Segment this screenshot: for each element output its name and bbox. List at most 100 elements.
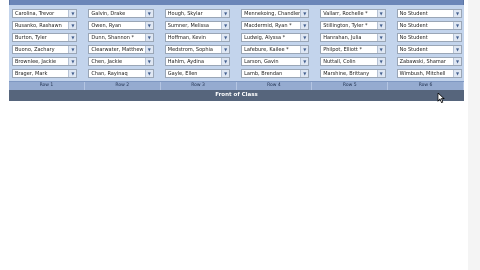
chevron-down-icon[interactable]: ▼: [376, 46, 385, 53]
seat-select[interactable]: Galvin, Drake ▼: [88, 9, 154, 18]
seat-select[interactable]: Chan, Rayinaq ▼: [88, 69, 154, 78]
seat-select[interactable]: Gayle, Ellen ▼: [164, 69, 231, 78]
chevron-down-icon[interactable]: ▼: [300, 58, 309, 65]
seat-student-name: Clearwater, Matthew: [91, 46, 144, 53]
seat-select[interactable]: No Student ▼: [396, 21, 462, 30]
seat-student-name: Carolina, Trevor: [15, 10, 55, 17]
seat-student-name: Dunn, Shannon *: [91, 34, 134, 41]
seat-select[interactable]: Stillington, Tyler * ▼: [320, 21, 386, 30]
chevron-down-icon[interactable]: ▼: [376, 10, 385, 17]
chevron-down-icon[interactable]: ▼: [376, 34, 385, 41]
chevron-down-icon[interactable]: ▼: [144, 22, 153, 29]
chevron-down-icon[interactable]: ▼: [221, 70, 230, 77]
seat-select[interactable]: Hanrahan, Julia ▼: [320, 33, 386, 42]
chevron-down-icon[interactable]: ▼: [221, 58, 230, 65]
chevron-down-icon[interactable]: ▼: [144, 58, 153, 65]
seat-select[interactable]: Vallarr, Rochelle * ▼: [320, 9, 386, 18]
chevron-down-icon[interactable]: ▼: [68, 46, 77, 53]
seating-chart: Carolina, Trevor ▼ Galvin, Drake ▼ Hough, Sk…: [9, 0, 464, 101]
chevron-down-icon[interactable]: ▼: [376, 58, 385, 65]
chevron-down-icon[interactable]: ▼: [144, 46, 153, 53]
seat-select[interactable]: No Student ▼: [396, 9, 462, 18]
seat-student-name: Buono, Zachary: [15, 46, 55, 53]
chevron-down-icon[interactable]: ▼: [68, 58, 77, 65]
seat-select[interactable]: Lamb, Brendan ▼: [241, 69, 310, 78]
chevron-down-icon[interactable]: ▼: [221, 34, 230, 41]
seat-select[interactable]: Marshine, Brittany ▼: [320, 69, 386, 78]
seat-select[interactable]: No Student ▼: [396, 33, 462, 42]
seat-select[interactable]: Hahlm, Aydina ▼: [164, 57, 231, 66]
seat-select[interactable]: Ludwig, Alyssa * ▼: [241, 33, 310, 42]
chevron-down-icon[interactable]: ▼: [300, 10, 309, 17]
seat-student-name: Sumner, Melissa: [167, 22, 209, 29]
seat-student-name: Stillington, Tyler *: [323, 22, 368, 29]
seat-student-name: Gayle, Ellen: [167, 70, 198, 77]
chevron-down-icon[interactable]: ▼: [300, 70, 309, 77]
seat-select[interactable]: No Student ▼: [396, 45, 462, 54]
seat-select[interactable]: Burton, Tyler ▼: [12, 33, 78, 42]
chevron-down-icon[interactable]: ▼: [68, 22, 77, 29]
chevron-down-icon[interactable]: ▼: [300, 46, 309, 53]
seat-student-name: Hanrahan, Julia: [323, 34, 362, 41]
chevron-down-icon[interactable]: ▼: [452, 46, 461, 53]
seat-select[interactable]: Brownlee, Jackie ▼: [12, 57, 78, 66]
chevron-down-icon[interactable]: ▼: [452, 58, 461, 65]
seat-select[interactable]: Zabawski, Shamar ▼: [396, 57, 462, 66]
seat-student-name: Vallarr, Rochelle *: [323, 10, 368, 17]
seat-select[interactable]: Philpot, Elliott * ▼: [320, 45, 386, 54]
seat-select[interactable]: Clearwater, Matthew ▼: [88, 45, 154, 54]
seat-select[interactable]: Buono, Zachary ▼: [12, 45, 78, 54]
chevron-down-icon[interactable]: ▼: [452, 10, 461, 17]
seat-student-name: Brager, Mark: [15, 70, 48, 77]
seat-select[interactable]: Carolina, Trevor ▼: [12, 9, 78, 18]
seat-select[interactable]: Dunn, Shannon * ▼: [88, 33, 154, 42]
seat-select[interactable]: Chen, Jackie ▼: [88, 57, 154, 66]
chevron-down-icon[interactable]: ▼: [68, 34, 77, 41]
row-label: Row 2: [85, 82, 161, 90]
seat-select[interactable]: Medstrom, Sophia ▼: [164, 45, 231, 54]
seat-student-name: No Student: [399, 22, 428, 29]
chevron-down-icon[interactable]: ▼: [376, 70, 385, 77]
seat-student-name: Owen, Ryan: [91, 22, 122, 29]
page-scrollbar[interactable]: [468, 0, 480, 270]
chevron-down-icon[interactable]: ▼: [452, 34, 461, 41]
seat-select[interactable]: Rusanko, Rashawn ▼: [12, 21, 78, 30]
chevron-down-icon[interactable]: ▼: [144, 10, 153, 17]
seat-student-name: Brownlee, Jackie: [15, 58, 57, 65]
seat-select[interactable]: Hoffman, Kevin ▼: [164, 33, 231, 42]
chevron-down-icon[interactable]: ▼: [68, 70, 77, 77]
seat-select[interactable]: Nuttall, Colin ▼: [320, 57, 386, 66]
seat-select[interactable]: Brager, Mark ▼: [12, 69, 78, 78]
seat-select[interactable]: Owen, Ryan ▼: [88, 21, 154, 30]
chevron-down-icon[interactable]: ▼: [452, 70, 461, 77]
seat-student-name: Hough, Skylar: [167, 10, 203, 17]
seat-student-name: Lamb, Brendan: [244, 70, 283, 77]
chevron-down-icon[interactable]: ▼: [221, 22, 230, 29]
seat-select[interactable]: Larson, Gavin ▼: [241, 57, 310, 66]
seat-select[interactable]: Sumner, Melissa ▼: [164, 21, 231, 30]
chevron-down-icon[interactable]: ▼: [452, 22, 461, 29]
seat-select[interactable]: Mennekoing, Chandler ▼: [241, 9, 310, 18]
chevron-down-icon[interactable]: ▼: [221, 46, 230, 53]
row-label: Row 1: [9, 82, 85, 90]
seat-student-name: Lafebure, Kailee *: [244, 46, 289, 53]
seat-select[interactable]: Lafebure, Kailee * ▼: [241, 45, 310, 54]
front-of-class-label: Front of Class: [9, 90, 464, 101]
seat-select[interactable]: Hough, Skylar ▼: [164, 9, 231, 18]
seat-select[interactable]: Wimbush, Mitchell ▼: [396, 69, 462, 78]
chevron-down-icon[interactable]: ▼: [376, 22, 385, 29]
row-label: Row 6: [388, 82, 464, 90]
seat-student-name: Wimbush, Mitchell: [399, 70, 446, 77]
seat-student-name: Macdermid, Ryan *: [244, 22, 292, 29]
seat-student-name: Ludwig, Alyssa *: [244, 34, 286, 41]
seat-select[interactable]: Macdermid, Ryan * ▼: [241, 21, 310, 30]
chevron-down-icon[interactable]: ▼: [300, 34, 309, 41]
chevron-down-icon[interactable]: ▼: [300, 22, 309, 29]
seat-student-name: Galvin, Drake: [91, 10, 126, 17]
chevron-down-icon[interactable]: ▼: [144, 34, 153, 41]
chevron-down-icon[interactable]: ▼: [221, 10, 230, 17]
seat-student-name: Philpot, Elliott *: [323, 46, 362, 53]
chevron-down-icon[interactable]: ▼: [144, 70, 153, 77]
seat-student-name: No Student: [399, 10, 428, 17]
chevron-down-icon[interactable]: ▼: [68, 10, 77, 17]
